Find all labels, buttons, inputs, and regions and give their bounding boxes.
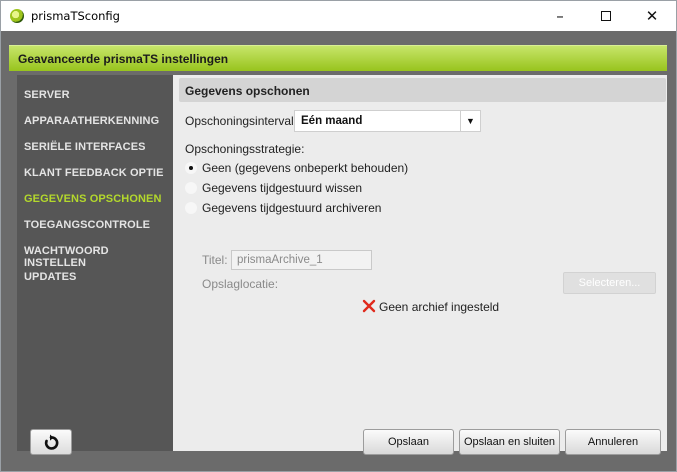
section-title: Gegevens opschonen	[185, 84, 310, 98]
sidebar-item-data-cleanup[interactable]: GEGEVENS OPSCHONEN	[24, 193, 162, 205]
save-button[interactable]: Opslaan	[363, 429, 454, 455]
app-logo-icon	[10, 9, 24, 23]
radio-button[interactable]	[185, 162, 197, 174]
close-button[interactable]: ✕	[629, 1, 675, 31]
app-window: prismaTSconfig – ✕ Geavanceerde prismaTS…	[0, 0, 677, 472]
sidebar-item-customer-feedback[interactable]: KLANT FEEDBACK OPTIE	[24, 167, 164, 179]
archive-title-value: prismaArchive_1	[237, 254, 323, 266]
sidebar-item-device-recognition[interactable]: APPARAATHERKENNING	[24, 115, 159, 127]
radio-label: Gegevens tijdgestuurd archiveren	[202, 201, 382, 215]
settings-header: Geavanceerde prismaTS instellingen	[9, 45, 667, 71]
settings-header-title: Geavanceerde prismaTS instellingen	[18, 52, 229, 66]
window-title: prismaTSconfig	[31, 9, 120, 23]
radio-button[interactable]	[185, 202, 197, 214]
interval-label: Opschoningsinterval:	[185, 114, 298, 128]
radio-button[interactable]	[185, 182, 197, 194]
main-panel: Gegevens opschonen Opschoningsinterval: …	[173, 75, 667, 451]
cancel-button[interactable]: Annuleren	[565, 429, 661, 455]
sidebar-item-set-password[interactable]: WACHTWOORD INSTELLEN	[24, 245, 173, 269]
title-bar: prismaTSconfig – ✕	[1, 1, 676, 31]
sidebar-item-server[interactable]: SERVER	[24, 89, 70, 101]
archive-status-text: Geen archief ingesteld	[379, 300, 500, 314]
refresh-icon	[44, 434, 59, 450]
chevron-down-icon[interactable]: ▼	[460, 111, 480, 131]
section-header: Gegevens opschonen	[179, 78, 666, 102]
sidebar-item-access-control[interactable]: TOEGANGSCONTROLE	[24, 219, 150, 231]
archive-title-label: Titel:	[202, 253, 228, 267]
maximize-button[interactable]	[583, 1, 629, 31]
select-location-button[interactable]: Selecteren...	[563, 272, 656, 294]
interval-dropdown[interactable]: Eén maand ▼	[294, 110, 481, 132]
maximize-icon	[601, 11, 611, 21]
minimize-button[interactable]: –	[537, 1, 583, 31]
sidebar-item-updates[interactable]: UPDATES	[24, 271, 76, 283]
storage-location-label: Opslaglocatie:	[202, 277, 279, 291]
interval-value: Eén maand	[301, 115, 363, 127]
radio-label: Geen (gegevens onbeperkt behouden)	[202, 161, 409, 175]
strategy-label: Opschoningsstrategie:	[185, 142, 305, 156]
error-x-icon	[362, 299, 376, 313]
refresh-button[interactable]	[30, 429, 72, 455]
radio-label: Gegevens tijdgestuurd wissen	[202, 181, 363, 195]
archive-title-input[interactable]: prismaArchive_1	[231, 250, 372, 270]
sidebar-item-serial-interfaces[interactable]: SERIËLE INTERFACES	[24, 141, 146, 153]
dialog-content: Geavanceerde prismaTS instellingen SERVE…	[1, 31, 676, 471]
sidebar: SERVER APPARAATHERKENNING SERIËLE INTERF…	[17, 75, 173, 451]
save-and-close-button[interactable]: Opslaan en sluiten	[459, 429, 560, 455]
